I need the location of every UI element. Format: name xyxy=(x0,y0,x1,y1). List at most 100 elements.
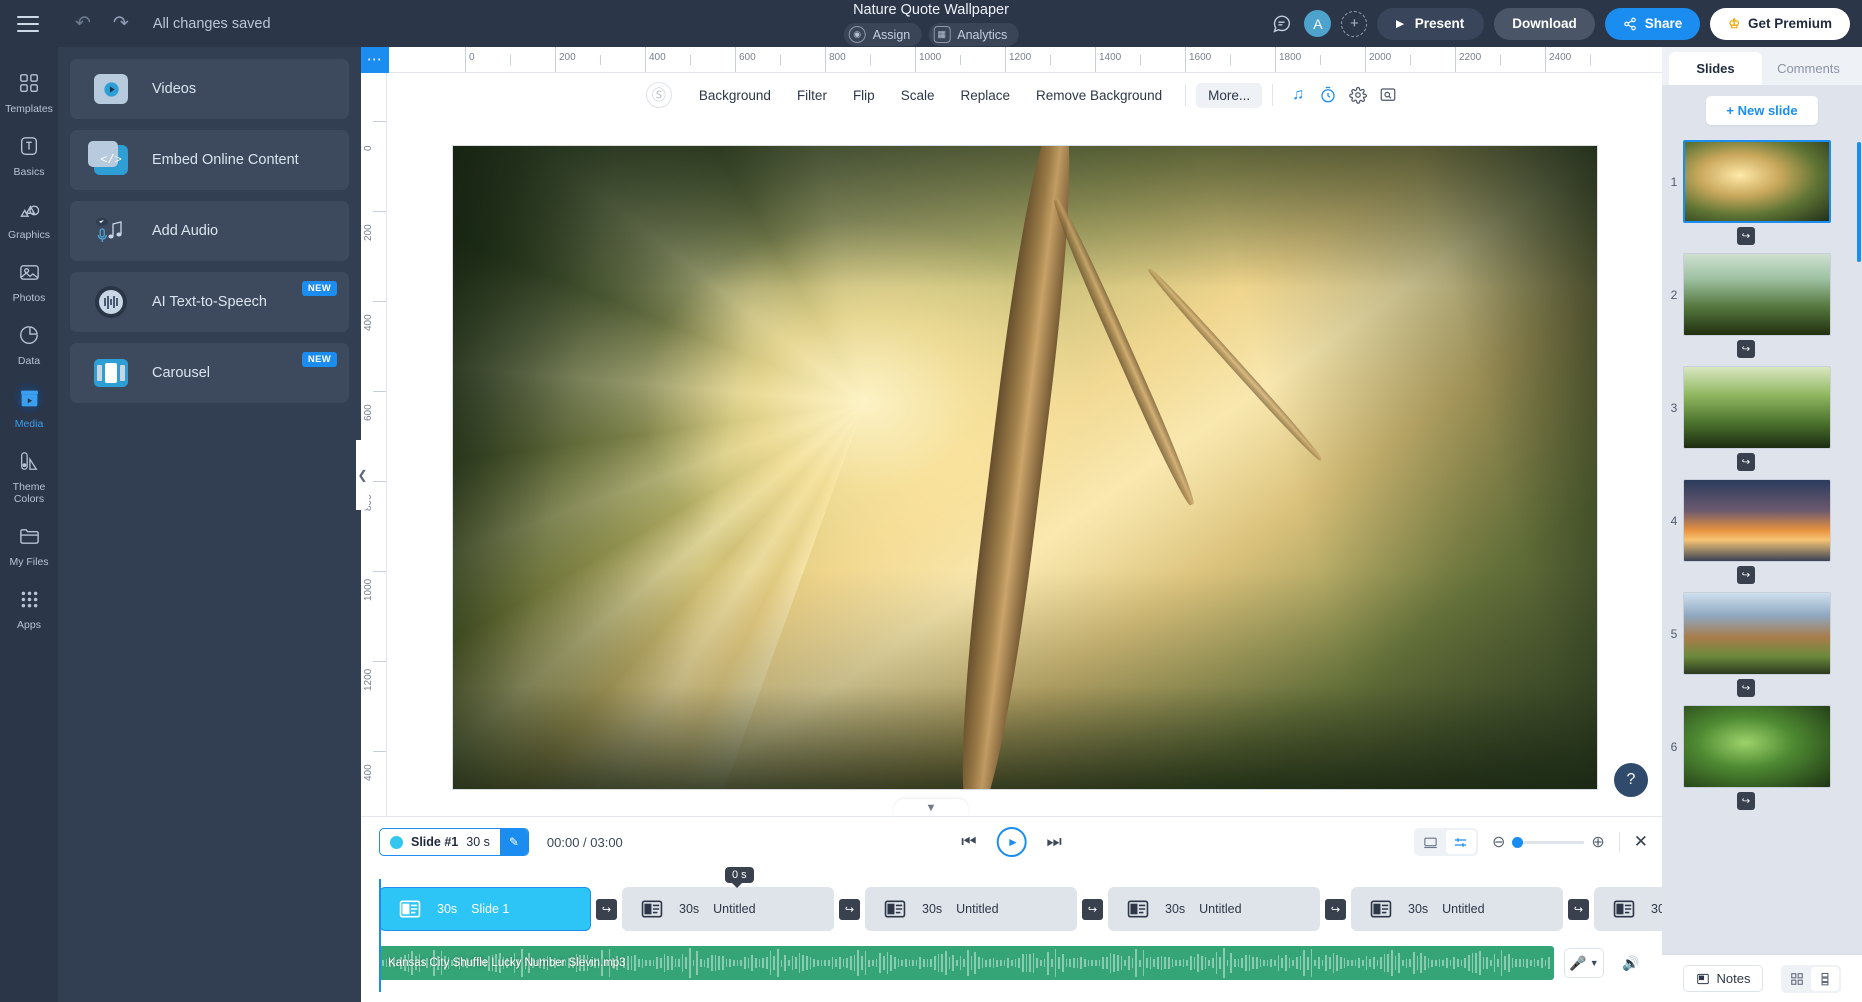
help-question-icon[interactable]: ? xyxy=(1614,763,1648,797)
rail-item-basics[interactable]: Basics xyxy=(0,122,58,185)
waveform-bar xyxy=(637,958,640,968)
timeline-view-icon[interactable] xyxy=(1445,830,1476,854)
timeline-slide-item[interactable]: 30sUntitled xyxy=(865,887,1077,931)
zoom-out-icon[interactable]: ⊖ xyxy=(1492,832,1505,852)
audio-clip[interactable]: Kansas City Shuffle Lucky Number Slevin.… xyxy=(379,946,1554,980)
pencil-icon[interactable]: ✎ xyxy=(499,829,528,855)
rail-item-media[interactable]: Media xyxy=(0,374,58,437)
timeline-slide-item[interactable]: 30s Slide 1 xyxy=(379,887,591,931)
transition-icon[interactable]: ↪ xyxy=(1737,566,1755,584)
toolbar-replace[interactable]: Replace xyxy=(947,88,1023,103)
slide-thumbnail-row[interactable]: 3 xyxy=(1662,366,1862,449)
play-icon[interactable]: ► xyxy=(996,827,1027,857)
slide-thumbnail-list[interactable]: 1 ↪ 2 ↪ 3 ↪ 4 ↪ 5 ↪ 6 ↪ xyxy=(1662,136,1862,954)
redo-icon[interactable]: ↷ xyxy=(113,14,129,33)
slide-thumbnail[interactable] xyxy=(1683,592,1831,675)
rail-item-graphics[interactable]: Graphics xyxy=(0,185,58,248)
avatar[interactable]: A xyxy=(1304,10,1332,37)
hamburger-menu-icon[interactable] xyxy=(17,15,39,32)
slide-thumbnail[interactable] xyxy=(1683,366,1831,449)
rail-item-templates[interactable]: Templates xyxy=(0,59,58,122)
slide-thumbnail[interactable] xyxy=(1683,140,1831,223)
zoom-in-icon[interactable]: ⊕ xyxy=(1591,832,1604,852)
toolbar-scale[interactable]: Scale xyxy=(888,88,948,103)
skip-next-icon[interactable]: ⏭ xyxy=(1047,832,1062,852)
timeline-slides-strip: 30s Slide 1 ↪ 30s Untitled ↪ 30s Untitled ↪ 30s Un… xyxy=(379,885,1662,933)
slide-canvas-image[interactable] xyxy=(451,145,1598,790)
media-item-videos[interactable]: Videos xyxy=(70,59,349,119)
transition-icon[interactable]: ↪ xyxy=(1737,227,1755,245)
media-item-add-audio[interactable]: Add Audio xyxy=(70,201,349,261)
toolbar-more-button[interactable]: More... xyxy=(1196,82,1263,108)
waveform-bar xyxy=(1160,956,1163,970)
share-button[interactable]: Share xyxy=(1604,7,1701,40)
zoom-slider-thumb[interactable] xyxy=(1512,836,1524,848)
transition-icon[interactable]: ↪ xyxy=(839,898,860,920)
notes-button[interactable]: Notes xyxy=(1682,965,1764,992)
close-icon[interactable]: ✕ xyxy=(1634,832,1648,852)
comment-icon[interactable] xyxy=(1268,11,1294,37)
more-dots-icon[interactable]: ⋯ xyxy=(361,47,389,73)
new-slide-button[interactable]: + New slide xyxy=(1706,96,1818,125)
transition-icon[interactable]: ↪ xyxy=(1737,340,1755,358)
transition-icon[interactable]: ↪ xyxy=(1082,898,1103,920)
skip-previous-icon[interactable]: ⏮ xyxy=(961,832,976,852)
tab-slides[interactable]: Slides xyxy=(1669,52,1762,85)
slide-thumbnail[interactable] xyxy=(1683,705,1831,788)
timeline-slide-item[interactable]: 30sUntitled xyxy=(1351,887,1563,931)
slide-thumbnail-row[interactable]: 4 xyxy=(1662,479,1862,562)
crop-zoom-icon[interactable] xyxy=(1373,81,1403,109)
transition-icon[interactable]: ↪ xyxy=(1737,453,1755,471)
toolbar-filter[interactable]: Filter xyxy=(784,88,840,103)
slide-thumbnail[interactable] xyxy=(1683,479,1831,562)
slide-thumbnail-row[interactable]: 6 xyxy=(1662,705,1862,788)
transition-icon[interactable]: ↪ xyxy=(1737,792,1755,810)
get-premium-button[interactable]: ♔ Get Premium xyxy=(1710,7,1850,40)
transition-icon[interactable]: ↪ xyxy=(1325,898,1346,920)
transition-icon[interactable]: ↪ xyxy=(596,898,617,920)
slide-thumbnail-row[interactable]: 2 xyxy=(1662,253,1862,336)
rail-item-my-files[interactable]: My Files xyxy=(0,512,58,575)
timeline-slide-item[interactable]: 30sUntitled xyxy=(1108,887,1320,931)
rail-item-photos[interactable]: Photos xyxy=(0,248,58,311)
media-item-carousel[interactable]: Carousel NEW xyxy=(70,343,349,403)
media-item-ai-text-to-speech[interactable]: AI Text-to-Speech NEW xyxy=(70,272,349,332)
add-user-icon[interactable]: + xyxy=(1341,10,1368,37)
current-slide-chip[interactable]: Slide #1 30 s ✎ xyxy=(379,828,529,856)
screen-view-icon[interactable] xyxy=(1416,830,1446,854)
grid-view-icon[interactable] xyxy=(1783,967,1811,991)
timeline-slide-item[interactable]: 30sUntitled xyxy=(622,887,834,931)
analytics-button[interactable]: ▦ Analytics xyxy=(928,23,1019,46)
timeline-slide-item[interactable]: 30sUntitled xyxy=(1594,887,1662,931)
transition-icon[interactable]: ↪ xyxy=(1737,679,1755,697)
present-button[interactable]: ► Present xyxy=(1377,7,1485,40)
slide-thumbnail-row[interactable]: 5 xyxy=(1662,592,1862,675)
toolbar-remove-background[interactable]: Remove Background xyxy=(1023,88,1175,103)
speaker-button[interactable]: 🔊 xyxy=(1614,948,1648,978)
list-view-icon[interactable] xyxy=(1811,966,1840,991)
tab-comments[interactable]: Comments xyxy=(1762,52,1855,85)
timer-icon[interactable] xyxy=(1313,81,1343,109)
rail-label: Basics xyxy=(13,166,45,178)
rail-item-theme-colors[interactable]: Theme Colors xyxy=(0,437,58,512)
scrollbar[interactable] xyxy=(1857,142,1861,262)
microphone-button[interactable]: 🎤 ▼ xyxy=(1564,948,1604,978)
toolbar-flip[interactable]: Flip xyxy=(840,88,888,103)
settings-gear-icon[interactable] xyxy=(1343,81,1373,109)
toolbar-background[interactable]: Background xyxy=(686,88,784,103)
rail-item-apps[interactable]: Apps xyxy=(0,575,58,638)
slide-thumbnail-row[interactable]: 1 xyxy=(1662,140,1862,223)
download-button[interactable]: Download xyxy=(1494,7,1595,40)
timeline-collapse-toggle[interactable]: ▼ xyxy=(894,799,968,816)
panel-collapse-handle[interactable]: ❮ xyxy=(356,440,369,510)
rail-item-data[interactable]: Data xyxy=(0,311,58,374)
undo-icon[interactable]: ↶ xyxy=(75,14,91,33)
media-item-embed-online-content[interactable]: </> Embed Online Content xyxy=(70,130,349,190)
music-note-icon[interactable]: ♫ xyxy=(1283,81,1313,109)
opacity-icon[interactable]: Ⓢ xyxy=(645,82,672,108)
transition-icon[interactable]: ↪ xyxy=(1568,898,1589,920)
assign-button[interactable]: ◉ Assign xyxy=(843,23,922,46)
playhead[interactable] xyxy=(379,879,381,992)
zoom-slider[interactable] xyxy=(1512,836,1585,848)
slide-thumbnail[interactable] xyxy=(1683,253,1831,336)
